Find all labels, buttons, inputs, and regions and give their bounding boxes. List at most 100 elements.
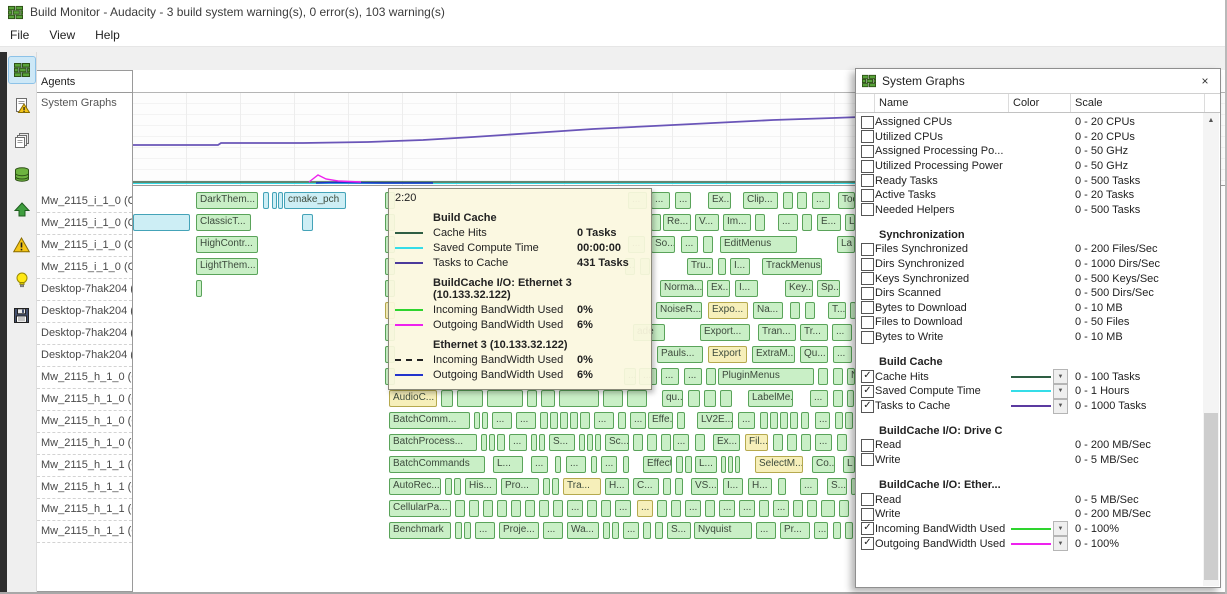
scroll-up-icon[interactable]: ▲ xyxy=(1203,113,1219,128)
unchecked-checkbox[interactable] xyxy=(861,272,874,285)
task-bar[interactable] xyxy=(595,434,601,451)
task-bar[interactable] xyxy=(643,522,651,539)
task-bar[interactable] xyxy=(818,368,828,385)
task-bar[interactable] xyxy=(550,412,558,429)
task-bar[interactable] xyxy=(457,390,483,407)
task-bar[interactable] xyxy=(671,500,681,517)
graph-series-row[interactable]: Active Tasks0 - 20 Tasks xyxy=(857,188,1203,203)
unchecked-checkbox[interactable] xyxy=(861,331,874,344)
task-bar[interactable]: EditMenus xyxy=(720,236,797,253)
task-bar[interactable] xyxy=(454,478,461,495)
graph-series-row[interactable]: ✓Cache Hits▼0 - 100 Tasks xyxy=(857,369,1203,384)
task-bar[interactable]: ... xyxy=(601,456,617,473)
task-bar[interactable] xyxy=(560,412,568,429)
graph-series-row[interactable]: Bytes to Write0 - 10 MB xyxy=(857,330,1203,345)
task-bar[interactable] xyxy=(728,456,733,473)
task-bar[interactable]: ... xyxy=(815,434,832,451)
task-bar[interactable] xyxy=(527,390,537,407)
collapsed-dock-strip[interactable] xyxy=(0,52,7,594)
task-bar[interactable]: Tra... xyxy=(563,478,601,495)
graph-series-row[interactable]: Ready Tasks0 - 500 Tasks xyxy=(857,173,1203,188)
task-bar[interactable] xyxy=(735,456,740,473)
sidebar-projects-button[interactable] xyxy=(9,127,35,153)
task-bar[interactable]: Tru... xyxy=(687,258,713,275)
task-bar[interactable] xyxy=(455,500,465,517)
task-bar[interactable]: Proje... xyxy=(499,522,539,539)
task-bar[interactable]: Sc... xyxy=(605,434,629,451)
task-bar[interactable] xyxy=(272,192,277,209)
unchecked-checkbox[interactable] xyxy=(861,258,874,271)
menu-item-view[interactable]: View xyxy=(39,25,85,45)
unchecked-checkbox[interactable] xyxy=(861,508,874,521)
task-bar[interactable]: ... xyxy=(814,522,828,539)
menu-item-file[interactable]: File xyxy=(0,25,39,45)
task-bar[interactable]: TrackMenus xyxy=(762,258,822,275)
task-bar[interactable] xyxy=(497,500,507,517)
task-bar[interactable] xyxy=(469,500,479,517)
task-bar[interactable] xyxy=(755,214,765,231)
task-bar[interactable]: ... xyxy=(812,192,830,209)
task-bar[interactable]: ... xyxy=(675,192,691,209)
unchecked-checkbox[interactable] xyxy=(861,130,874,143)
task-bar[interactable]: E... xyxy=(817,214,841,231)
task-bar[interactable]: ... xyxy=(516,412,536,429)
task-bar[interactable] xyxy=(559,390,599,407)
sidebar-database-button[interactable] xyxy=(9,162,35,188)
task-bar[interactable] xyxy=(695,434,705,451)
task-bar[interactable]: ... xyxy=(567,500,583,517)
task-bar[interactable]: ... xyxy=(685,500,701,517)
task-bar[interactable]: L xyxy=(845,214,855,231)
task-bar[interactable] xyxy=(703,236,713,253)
task-bar[interactable] xyxy=(801,434,811,451)
task-bar[interactable]: Ex... xyxy=(713,434,740,451)
scrollbar-thumb[interactable] xyxy=(1204,413,1218,580)
task-bar[interactable] xyxy=(278,192,283,209)
sidebar-tips-button[interactable] xyxy=(9,267,35,293)
task-bar[interactable]: LightThem... xyxy=(196,258,258,275)
agent-row[interactable]: Desktop-7hak204 (C xyxy=(37,279,132,301)
checked-checkbox[interactable]: ✓ xyxy=(861,400,874,413)
checked-checkbox[interactable]: ✓ xyxy=(861,370,874,383)
task-bar[interactable] xyxy=(539,434,545,451)
system-graphs-panel-titlebar[interactable]: System Graphs × xyxy=(856,69,1220,94)
task-bar[interactable]: ... xyxy=(543,522,563,539)
task-bar[interactable] xyxy=(587,434,593,451)
color-dropdown-button[interactable]: ▼ xyxy=(1053,536,1068,551)
task-bar[interactable] xyxy=(618,412,626,429)
task-bar[interactable] xyxy=(263,192,269,209)
task-bar[interactable] xyxy=(797,192,807,209)
task-bar[interactable]: ... xyxy=(719,500,735,517)
unchecked-checkbox[interactable] xyxy=(861,203,874,216)
task-bar[interactable] xyxy=(464,522,471,539)
agent-row[interactable]: Mw_2115_h_1_1 (C xyxy=(37,477,132,499)
unchecked-checkbox[interactable] xyxy=(861,145,874,158)
task-bar[interactable]: I... xyxy=(735,280,758,297)
task-bar[interactable]: cmake_pch xyxy=(284,192,346,209)
task-bar[interactable]: Ex... xyxy=(707,280,730,297)
graph-series-row[interactable]: ✓Outgoing BandWidth Used▼0 - 100% xyxy=(857,536,1203,551)
task-bar[interactable]: V... xyxy=(695,214,719,231)
task-bar[interactable]: Tran... xyxy=(758,324,796,341)
task-bar[interactable]: I... xyxy=(723,478,743,495)
graph-series-row[interactable]: Needed Helpers0 - 500 Tasks xyxy=(857,203,1203,218)
task-bar[interactable] xyxy=(539,500,549,517)
checked-checkbox[interactable]: ✓ xyxy=(861,385,874,398)
task-bar[interactable]: AudioC... xyxy=(389,390,437,407)
task-bar[interactable] xyxy=(441,390,453,407)
task-bar[interactable]: ... xyxy=(800,478,818,495)
unchecked-checkbox[interactable] xyxy=(861,116,874,129)
task-bar[interactable] xyxy=(833,522,841,539)
unchecked-checkbox[interactable] xyxy=(861,439,874,452)
task-bar[interactable]: Wa... xyxy=(567,522,599,539)
task-bar[interactable] xyxy=(845,522,853,539)
task-bar[interactable] xyxy=(541,390,555,407)
color-dropdown-button[interactable]: ▼ xyxy=(1053,399,1068,414)
task-bar[interactable] xyxy=(718,258,726,275)
task-bar[interactable]: ... xyxy=(594,412,614,429)
task-bar[interactable] xyxy=(482,412,488,429)
task-bar[interactable] xyxy=(651,214,661,231)
task-bar[interactable] xyxy=(601,500,611,517)
checked-checkbox[interactable]: ✓ xyxy=(861,522,874,535)
task-bar[interactable]: L... xyxy=(695,456,717,473)
task-bar[interactable] xyxy=(778,478,786,495)
